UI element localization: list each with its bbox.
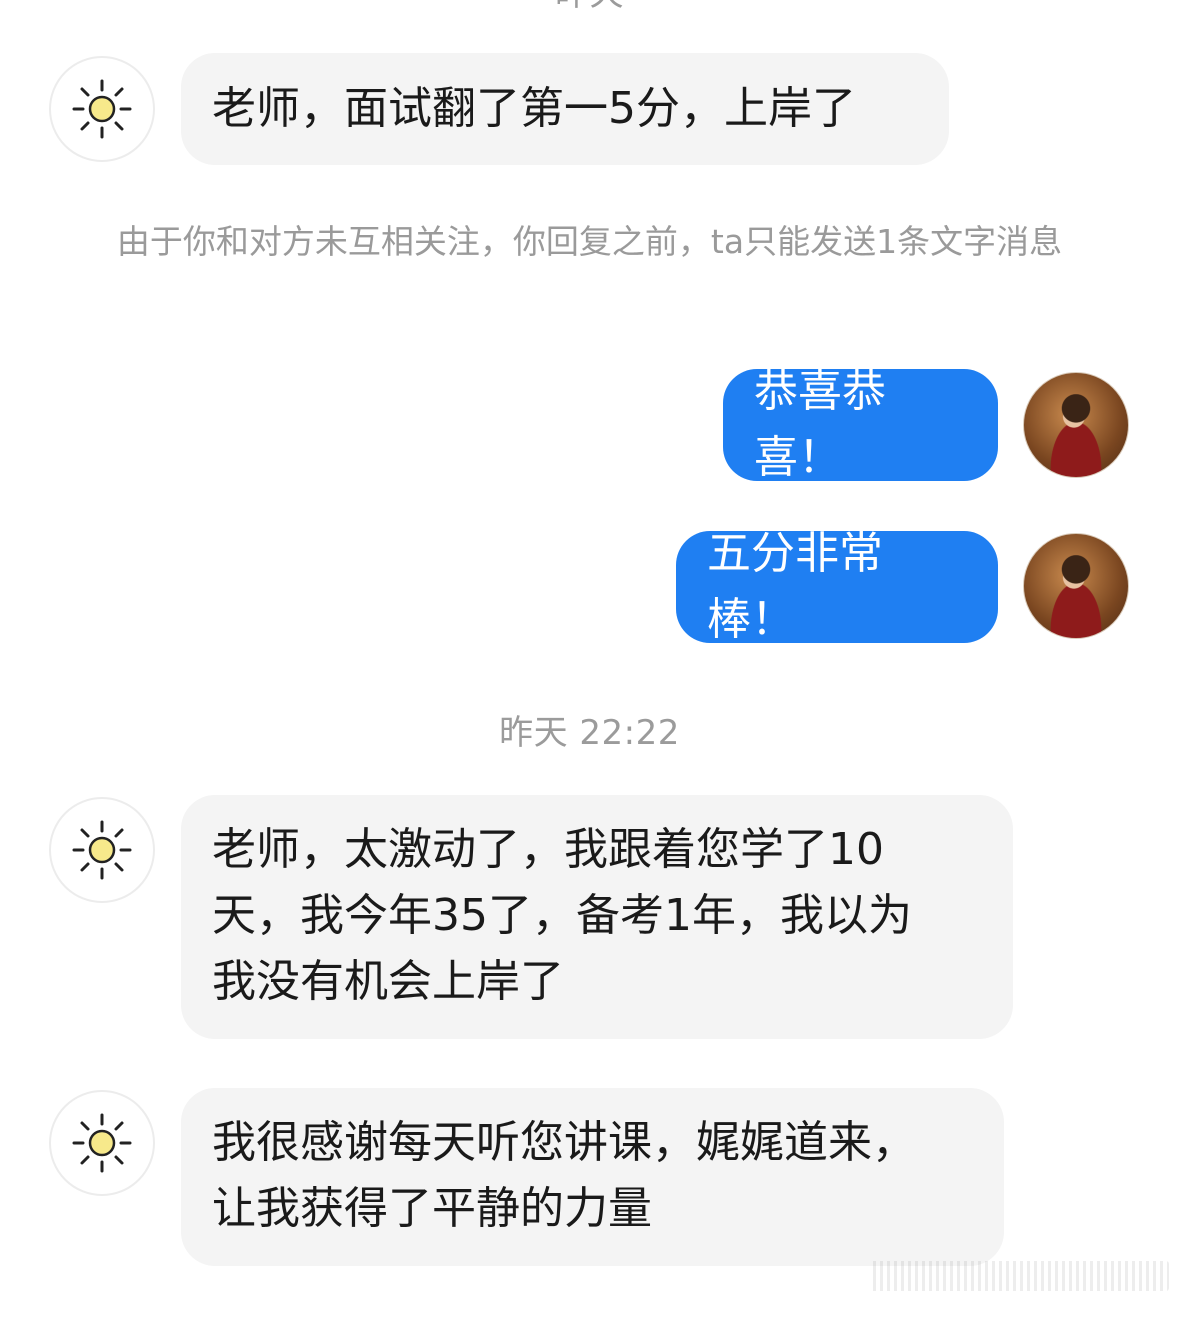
contact-avatar[interactable] — [49, 1090, 155, 1196]
follow-notice: 由于你和对方未互相关注，你回复之前，ta只能发送1条文字消息 — [116, 222, 1063, 261]
sun-icon — [72, 820, 132, 880]
watermark — [869, 1261, 1169, 1291]
message-line: 老师，太激动了，我跟着您学了10 — [212, 824, 884, 875]
timestamp-middle: 昨天 22:22 — [499, 713, 680, 753]
user-avatar[interactable] — [1023, 533, 1129, 639]
message-line: 我很感谢每天听您讲课，娓娓道来， — [212, 1117, 916, 1168]
sun-icon — [72, 1113, 132, 1173]
chat-view: 昨天 老师，面试翻了第一5分，上岸了 由于你和对方未互相关注，你回复之前，ta只… — [0, 0, 1179, 1319]
contact-avatar[interactable] — [49, 797, 155, 903]
timestamp-top: 昨天 — [0, 0, 1179, 15]
outgoing-message-bubble[interactable]: 恭喜恭喜！ — [723, 366, 998, 483]
sun-icon — [72, 79, 132, 139]
user-avatar[interactable] — [1023, 372, 1129, 478]
incoming-message-bubble[interactable]: 老师，太激动了，我跟着您学了10 天，我今年35了，备考1年，我以为 我没有机会… — [181, 795, 1013, 1039]
message-line: 天，我今年35了，备考1年，我以为 — [212, 890, 912, 941]
message-line: 让我获得了平静的力量 — [212, 1183, 652, 1234]
contact-avatar[interactable] — [49, 56, 155, 162]
incoming-message-bubble[interactable]: 我很感谢每天听您讲课，娓娓道来， 让我获得了平静的力量 — [181, 1088, 1004, 1266]
incoming-message-bubble[interactable]: 老师，面试翻了第一5分，上岸了 — [181, 53, 949, 165]
outgoing-message-bubble[interactable]: 五分非常棒！ — [676, 528, 998, 645]
message-line: 我没有机会上岸了 — [212, 956, 564, 1007]
